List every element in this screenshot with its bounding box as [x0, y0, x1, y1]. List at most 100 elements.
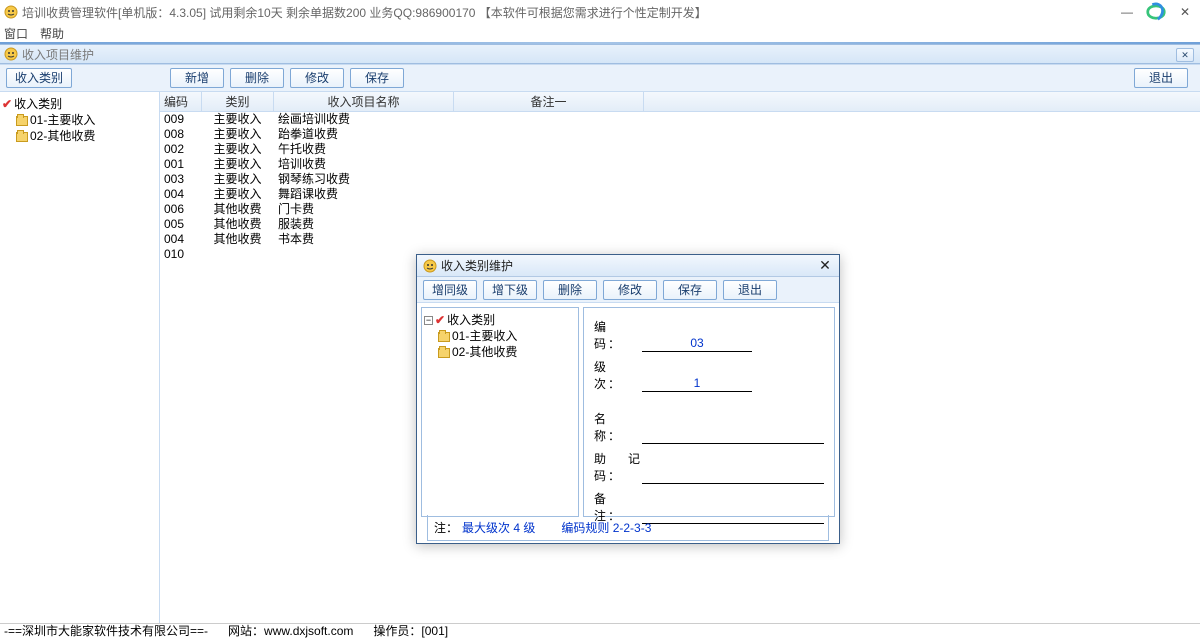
menu-window[interactable]: 窗口: [4, 25, 28, 42]
minimize-button[interactable]: —: [1112, 0, 1142, 24]
app-icon: [4, 5, 18, 19]
col-header-category[interactable]: 类别: [202, 92, 274, 111]
table-row[interactable]: 002主要收入午托收费: [160, 142, 1200, 157]
cell-code: 005: [160, 217, 202, 232]
cell-name: 绘画培训收费: [274, 112, 454, 127]
table-row[interactable]: 006其他收费门卡费: [160, 202, 1200, 217]
mnemonic-input[interactable]: [642, 468, 824, 484]
tree-root-node[interactable]: ✔收入类别 01-主要收入 02-其他收费: [2, 96, 157, 144]
cell-category: 主要收入: [202, 172, 274, 187]
dialog-icon: [423, 259, 437, 273]
tree-node[interactable]: 02-其他收费: [2, 128, 157, 144]
folder-icon: [16, 132, 28, 142]
cell-category: [202, 247, 274, 262]
add-sub-level-button[interactable]: 增下级: [483, 280, 537, 300]
cell-code: 004: [160, 232, 202, 247]
folder-icon: [438, 348, 450, 358]
table-row[interactable]: 001主要收入培训收费: [160, 157, 1200, 172]
dialog-title: 收入类别维护: [441, 257, 513, 274]
close-button[interactable]: ✕: [1170, 0, 1200, 24]
folder-icon: [438, 332, 450, 342]
table-row[interactable]: 009主要收入绘画培训收费: [160, 112, 1200, 127]
cell-category: 主要收入: [202, 157, 274, 172]
table-row[interactable]: 003主要收入钢琴练习收费: [160, 172, 1200, 187]
cell-code: 004: [160, 187, 202, 202]
main-toolbar: 收入类别 新增 删除 修改 保存 退出: [0, 64, 1200, 92]
table-row[interactable]: 008主要收入跆拳道收费: [160, 127, 1200, 142]
dialog-footer: 注： 最大级次 4 级 编码规则 2-2-3-3: [417, 521, 839, 543]
dialog-tree-node-label: 01-主要收入: [452, 329, 517, 343]
modify-button[interactable]: 修改: [290, 68, 344, 88]
level-label: 级 次：: [594, 358, 642, 392]
tree-root-label: 收入类别: [14, 97, 62, 111]
status-bar: -==深圳市大能家软件技术有限公司==- 网站：www.dxjsoft.com …: [0, 623, 1200, 637]
cell-note: [454, 127, 644, 142]
child-title: 收入项目维护: [22, 46, 94, 63]
level-input[interactable]: 1: [642, 376, 752, 392]
cell-name: 书本费: [274, 232, 454, 247]
cell-category: 主要收入: [202, 142, 274, 157]
dialog-modify-button[interactable]: 修改: [603, 280, 657, 300]
add-button[interactable]: 新增: [170, 68, 224, 88]
cell-code: 003: [160, 172, 202, 187]
footer-note-label: 注：: [434, 519, 458, 536]
dialog-save-button[interactable]: 保存: [663, 280, 717, 300]
dialog-tree-node[interactable]: 01-主要收入: [424, 328, 576, 344]
cell-category: 其他收费: [202, 202, 274, 217]
cell-category: 其他收费: [202, 232, 274, 247]
dialog-tree-root-label: 收入类别: [447, 313, 495, 327]
cell-name: 午托收费: [274, 142, 454, 157]
app-title: 培训收费管理软件[单机版：4.3.05] 试用剩余10天 剩余单据数200 业务…: [22, 4, 707, 21]
dialog-tree-node[interactable]: 02-其他收费: [424, 344, 576, 360]
cell-note: [454, 187, 644, 202]
footer-max-level: 最大级次 4 级: [462, 519, 535, 536]
dialog-exit-button[interactable]: 退出: [723, 280, 777, 300]
cell-category: 主要收入: [202, 187, 274, 202]
status-operator: 操作员：[001]: [373, 622, 448, 639]
category-tree-pane: ✔收入类别 01-主要收入 02-其他收费: [0, 92, 160, 623]
table-row[interactable]: 005其他收费服装费: [160, 217, 1200, 232]
category-tab[interactable]: 收入类别: [6, 68, 72, 88]
name-input[interactable]: [642, 428, 824, 444]
cell-code: 008: [160, 127, 202, 142]
delete-button[interactable]: 删除: [230, 68, 284, 88]
title-bar: 培训收费管理软件[单机版：4.3.05] 试用剩余10天 剩余单据数200 业务…: [0, 0, 1200, 24]
menu-bar: 窗口 帮助: [0, 24, 1200, 42]
status-site: 网站：www.dxjsoft.com: [228, 622, 353, 639]
menu-help[interactable]: 帮助: [40, 25, 64, 42]
tree-node-label: 01-主要收入: [30, 113, 95, 127]
dialog-titlebar[interactable]: 收入类别维护 ✕: [417, 255, 839, 277]
dialog-tree-node-label: 02-其他收费: [452, 345, 517, 359]
cell-name: 服装费: [274, 217, 454, 232]
add-same-level-button[interactable]: 增同级: [423, 280, 477, 300]
child-close-button[interactable]: ✕: [1176, 48, 1194, 62]
category-dialog: 收入类别维护 ✕ 增同级 增下级 删除 修改 保存 退出 −✔收入类别 01-主…: [416, 254, 840, 544]
mdi-child-header: 收入项目维护 ✕: [0, 44, 1200, 64]
check-icon: ✔: [2, 97, 12, 111]
code-label: 编 码：: [594, 318, 642, 352]
cell-name: 钢琴练习收费: [274, 172, 454, 187]
code-input[interactable]: 03: [642, 336, 752, 352]
cell-code: 001: [160, 157, 202, 172]
col-header-code[interactable]: 编码: [160, 92, 202, 111]
dialog-close-button[interactable]: ✕: [817, 257, 833, 274]
col-header-note[interactable]: 备注一: [454, 92, 644, 111]
exit-button[interactable]: 退出: [1134, 68, 1188, 88]
name-label: 名 称：: [594, 410, 642, 444]
collapse-icon[interactable]: −: [424, 316, 433, 325]
logo-icon: [1142, 0, 1170, 24]
tree-node[interactable]: 01-主要收入: [2, 112, 157, 128]
dialog-tree-root[interactable]: −✔收入类别 01-主要收入 02-其他收费: [424, 312, 576, 360]
cell-name: 门卡费: [274, 202, 454, 217]
dialog-delete-button[interactable]: 删除: [543, 280, 597, 300]
table-row[interactable]: 004其他收费书本费: [160, 232, 1200, 247]
col-header-name[interactable]: 收入项目名称: [274, 92, 454, 111]
table-row[interactable]: 004主要收入舞蹈课收费: [160, 187, 1200, 202]
tree-node-label: 02-其他收费: [30, 129, 95, 143]
save-button[interactable]: 保存: [350, 68, 404, 88]
grid-body[interactable]: 009主要收入绘画培训收费008主要收入跆拳道收费002主要收入午托收费001主…: [160, 112, 1200, 262]
cell-name: 舞蹈课收费: [274, 187, 454, 202]
child-icon: [4, 47, 18, 61]
folder-icon: [16, 116, 28, 126]
cell-name: 培训收费: [274, 157, 454, 172]
